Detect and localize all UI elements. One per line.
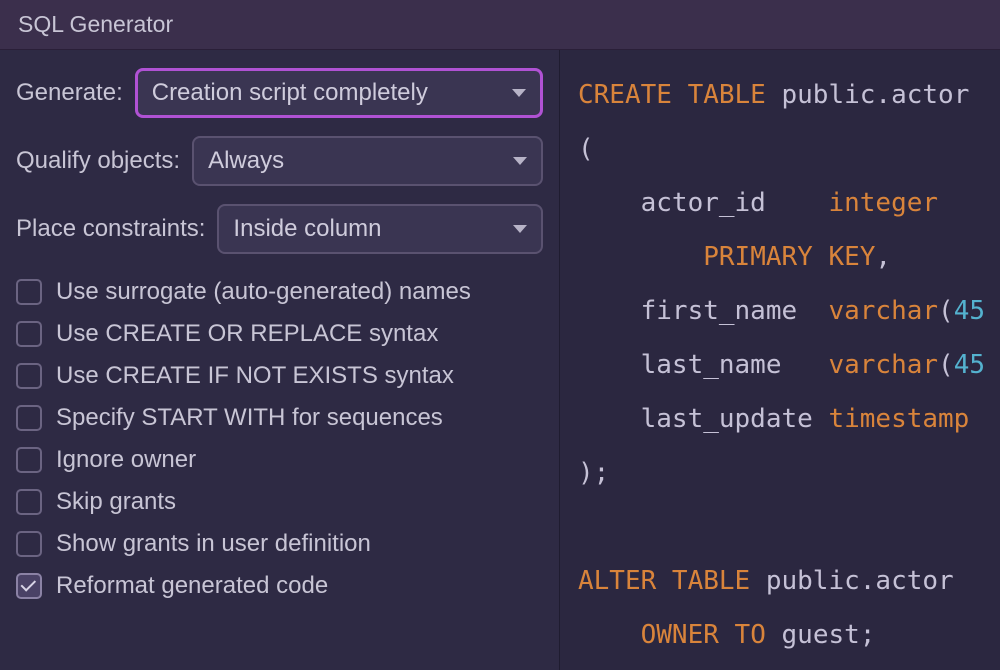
qualify-row: Qualify objects: Always xyxy=(16,136,543,186)
code-line: ( xyxy=(578,122,1000,176)
checkbox-label: Use CREATE OR REPLACE syntax xyxy=(56,320,438,348)
checkbox-label: Use CREATE IF NOT EXISTS syntax xyxy=(56,362,454,390)
code-token: varchar xyxy=(828,296,938,326)
code-token: ( xyxy=(578,134,594,164)
code-line: OWNER TO guest; xyxy=(578,608,1000,662)
checkbox[interactable] xyxy=(16,489,42,515)
constraints-row: Place constraints: Inside column xyxy=(16,204,543,254)
code-line: ALTER TABLE public.actor xyxy=(578,554,1000,608)
checkbox-row[interactable]: Use CREATE IF NOT EXISTS syntax xyxy=(16,362,543,390)
code-line: PRIMARY KEY, xyxy=(578,230,1000,284)
generate-dropdown[interactable]: Creation script completely xyxy=(135,68,543,118)
code-token xyxy=(578,242,703,272)
checkbox[interactable] xyxy=(16,279,42,305)
generate-row: Generate: Creation script completely xyxy=(16,68,543,118)
chevron-down-icon xyxy=(513,225,527,233)
code-token: ( xyxy=(938,296,954,326)
code-line: first_name varchar(45 xyxy=(578,284,1000,338)
checkbox[interactable] xyxy=(16,447,42,473)
code-token: guest xyxy=(782,620,860,650)
code-token: ); xyxy=(578,458,609,488)
code-token: OWNER TO xyxy=(641,620,782,650)
code-token: 45 xyxy=(954,296,985,326)
code-token: , xyxy=(875,242,891,272)
code-token: public xyxy=(782,80,876,110)
code-preview: CREATE TABLE public.actor( actor_id inte… xyxy=(560,50,1000,670)
checkbox-row[interactable]: Show grants in user definition xyxy=(16,530,543,558)
window-title: SQL Generator xyxy=(18,11,173,38)
checkbox-label: Use surrogate (auto-generated) names xyxy=(56,278,471,306)
code-line: last_update timestamp xyxy=(578,392,1000,446)
code-token xyxy=(578,512,594,542)
window-titlebar: SQL Generator xyxy=(0,0,1000,50)
code-token: 45 xyxy=(954,350,985,380)
checkbox[interactable] xyxy=(16,321,42,347)
code-token: actor xyxy=(891,80,969,110)
check-icon xyxy=(21,576,37,592)
qualify-label: Qualify objects: xyxy=(16,147,180,175)
checkbox-label: Reformat generated code xyxy=(56,572,328,600)
checkbox-row[interactable]: Use surrogate (auto-generated) names xyxy=(16,278,543,306)
constraints-label: Place constraints: xyxy=(16,215,205,243)
checkbox[interactable] xyxy=(16,363,42,389)
checkbox[interactable] xyxy=(16,531,42,557)
code-token: timestamp xyxy=(828,404,969,434)
code-line: last_name varchar(45 xyxy=(578,338,1000,392)
code-token: . xyxy=(875,80,891,110)
code-token: varchar xyxy=(828,350,938,380)
code-token: ( xyxy=(938,350,954,380)
generate-value: Creation script completely xyxy=(152,79,428,107)
checkbox[interactable] xyxy=(16,573,42,599)
checkbox-label: Skip grants xyxy=(56,488,176,516)
checkbox-label: Ignore owner xyxy=(56,446,196,474)
code-line: CREATE TABLE public.actor xyxy=(578,68,1000,122)
checkbox-row[interactable]: Reformat generated code xyxy=(16,572,543,600)
checkbox-label: Show grants in user definition xyxy=(56,530,371,558)
code-token: ALTER TABLE xyxy=(578,566,766,596)
chevron-down-icon xyxy=(513,157,527,165)
checkbox-label: Specify START WITH for sequences xyxy=(56,404,443,432)
code-token: last_name xyxy=(578,350,828,380)
checkbox-row[interactable]: Skip grants xyxy=(16,488,543,516)
generate-label: Generate: xyxy=(16,79,123,107)
code-token: public xyxy=(766,566,860,596)
checkbox-row[interactable]: Use CREATE OR REPLACE syntax xyxy=(16,320,543,348)
qualify-dropdown[interactable]: Always xyxy=(192,136,543,186)
options-panel: Generate: Creation script completely Qua… xyxy=(0,50,560,670)
checkbox-row[interactable]: Specify START WITH for sequences xyxy=(16,404,543,432)
code-token: first_name xyxy=(578,296,828,326)
code-token xyxy=(578,620,641,650)
code-line: actor_id integer xyxy=(578,176,1000,230)
code-token: actor xyxy=(875,566,953,596)
checkbox-list: Use surrogate (auto-generated) names Use … xyxy=(16,278,543,600)
chevron-down-icon xyxy=(512,89,526,97)
code-token: PRIMARY KEY xyxy=(703,242,875,272)
code-token: CREATE TABLE xyxy=(578,80,782,110)
constraints-dropdown[interactable]: Inside column xyxy=(217,204,543,254)
code-line: ); xyxy=(578,446,1000,500)
code-token: . xyxy=(860,566,876,596)
constraints-value: Inside column xyxy=(233,215,381,243)
main-area: Generate: Creation script completely Qua… xyxy=(0,50,1000,670)
qualify-value: Always xyxy=(208,147,284,175)
checkbox[interactable] xyxy=(16,405,42,431)
code-token: actor_id xyxy=(578,188,828,218)
code-token: ; xyxy=(860,620,876,650)
code-line xyxy=(578,500,1000,554)
code-token: last_update xyxy=(578,404,828,434)
checkbox-row[interactable]: Ignore owner xyxy=(16,446,543,474)
code-token: integer xyxy=(828,188,938,218)
